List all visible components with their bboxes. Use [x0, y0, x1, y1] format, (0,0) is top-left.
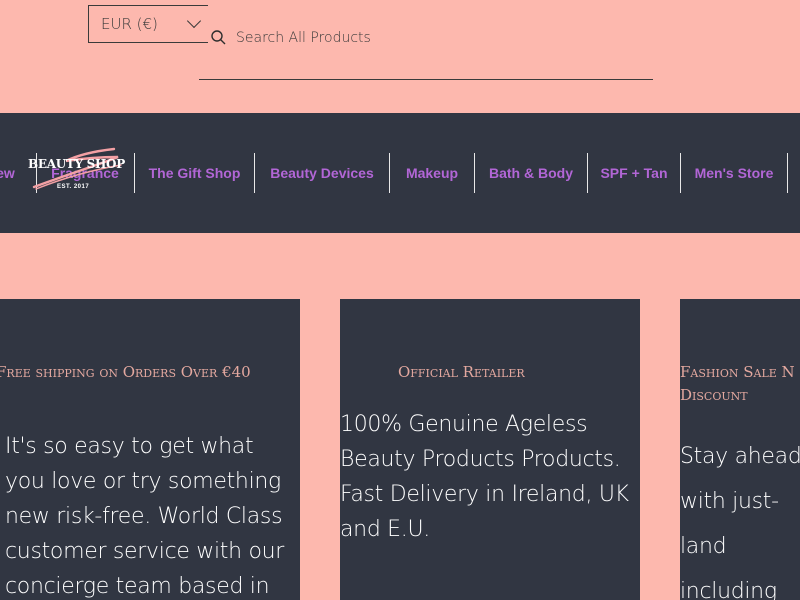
main-navigation: New Fragrance The Gift Shop Beauty Devic… — [0, 113, 800, 233]
card-title: Official Retailer — [398, 363, 525, 381]
info-card-shipping: Free shipping on Orders Over €40 It's so… — [0, 299, 300, 600]
nav-item-beauty-devices[interactable]: Beauty Devices — [255, 153, 389, 193]
logo-established: EST. 2017 — [57, 184, 90, 190]
card-body: It's so easy to get what you love or try… — [5, 434, 285, 599]
currency-label: EUR (€) — [101, 15, 158, 33]
currency-selector[interactable]: EUR (€) — [88, 5, 208, 43]
nav-item-new[interactable]: New — [0, 153, 26, 193]
nav-item-spf-tan[interactable]: SPF + Tan — [588, 153, 680, 193]
search-input[interactable] — [236, 30, 616, 46]
search-bar[interactable] — [199, 12, 653, 80]
card-title: Fashion Sale N Discount — [680, 363, 795, 404]
nav-item-gift-shop[interactable]: The Gift Shop — [135, 153, 254, 193]
nav-divider — [787, 153, 788, 193]
brand-logo[interactable]: BEAUTY SHOP EST. 2017 — [26, 145, 126, 195]
nav-item-makeup[interactable]: Makeup — [390, 153, 474, 193]
search-icon — [211, 30, 226, 45]
info-card-retailer: Official Retailer 100% Genuine Ageless B… — [340, 299, 640, 600]
card-body: Stay ahead with just-land including glo … — [680, 444, 800, 600]
info-card-fashion-sale: Fashion Sale N Discount Stay ahead with … — [680, 299, 800, 600]
page: EUR (€) New Fragrance The Gift Shop Beau… — [0, 0, 800, 600]
card-title: Free shipping on Orders Over €40 — [0, 363, 251, 381]
nav-item-mens-store[interactable]: Men's Store — [681, 153, 787, 193]
nav-item-bath-body[interactable]: Bath & Body — [475, 153, 587, 193]
card-body: 100% Genuine Ageless Beauty Products Pro… — [340, 412, 629, 542]
logo-text: BEAUTY SHOP — [28, 157, 125, 171]
